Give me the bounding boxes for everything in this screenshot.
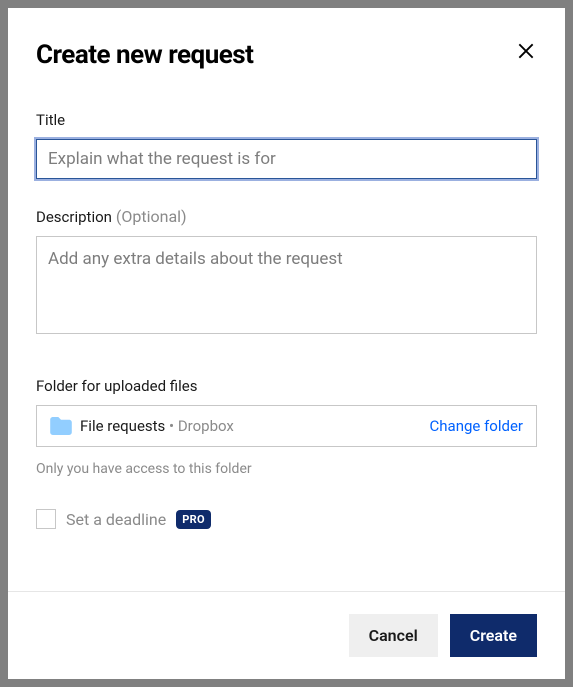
folder-label: Folder for uploaded files <box>36 377 197 395</box>
modal-title: Create new request <box>36 40 253 70</box>
pro-badge: PRO <box>176 510 211 529</box>
description-label: Description <box>36 208 112 226</box>
folder-field-group: Folder for uploaded files File requests … <box>36 376 537 477</box>
description-field-group: Description (Optional) <box>36 207 537 338</box>
description-input[interactable] <box>36 236 537 334</box>
folder-info: File requests • Dropbox <box>50 417 234 435</box>
title-input[interactable] <box>36 139 537 179</box>
modal-footer: Cancel Create <box>8 591 565 679</box>
deadline-row: Set a deadline PRO <box>36 509 537 529</box>
title-field-group: Title <box>36 110 537 179</box>
folder-box: File requests • Dropbox Change folder <box>36 405 537 447</box>
folder-separator: • <box>165 417 178 435</box>
close-button[interactable] <box>515 40 537 62</box>
change-folder-link[interactable]: Change folder <box>430 417 523 435</box>
description-optional: (Optional) <box>116 207 187 226</box>
folder-access-note: Only you have access to this folder <box>36 461 537 477</box>
folder-icon <box>50 417 72 435</box>
deadline-checkbox[interactable] <box>36 509 56 529</box>
cancel-button[interactable]: Cancel <box>349 614 438 657</box>
folder-name: File requests <box>80 417 165 435</box>
modal-header: Create new request <box>36 40 537 70</box>
create-request-modal: Create new request Title Description (Op… <box>8 8 565 679</box>
folder-path: Dropbox <box>178 417 234 435</box>
close-icon <box>517 42 535 60</box>
create-button[interactable]: Create <box>450 614 537 657</box>
title-label: Title <box>36 111 65 129</box>
deadline-label: Set a deadline <box>66 510 166 529</box>
modal-body: Create new request Title Description (Op… <box>8 8 565 591</box>
